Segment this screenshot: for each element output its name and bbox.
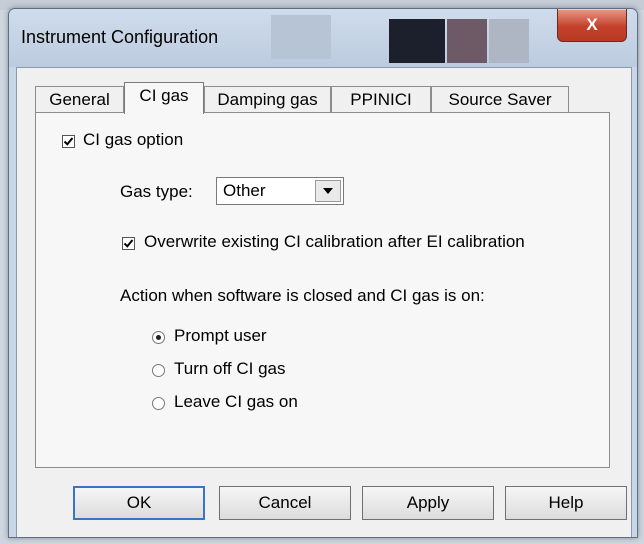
apply-button[interactable]: Apply: [362, 486, 494, 520]
checkmark-icon: [123, 239, 134, 248]
cancel-button[interactable]: Cancel: [219, 486, 351, 520]
radio-prompt-user[interactable]: [152, 331, 165, 344]
tab-damping-gas[interactable]: Damping gas: [204, 86, 331, 112]
gas-type-dropdown-button[interactable]: [315, 180, 341, 202]
title-bar-background-blur: [447, 19, 487, 63]
gas-type-label: Gas type:: [120, 182, 193, 201]
overwrite-calibration-checkbox[interactable]: [122, 237, 135, 250]
window-title: Instrument Configuration: [21, 27, 219, 47]
tab-ppinici[interactable]: PPINICI: [331, 86, 431, 112]
help-button[interactable]: Help: [505, 486, 627, 520]
close-button[interactable]: X: [557, 9, 627, 42]
tab-general[interactable]: General: [35, 86, 124, 112]
radio-prompt-user-label: Prompt user: [174, 326, 267, 345]
instrument-configuration-dialog: Instrument Configuration X General CI ga…: [8, 8, 638, 538]
checkmark-icon: [63, 137, 74, 146]
tab-ci-gas[interactable]: CI gas: [124, 82, 204, 114]
title-bar-background-blur: [271, 15, 331, 59]
dialog-client-area: General CI gas Damping gas PPINICI Sourc…: [16, 67, 632, 537]
ci-gas-option-checkbox[interactable]: [62, 135, 75, 148]
title-bar-background-blur: [489, 19, 529, 63]
close-icon: X: [586, 15, 598, 34]
gas-type-select[interactable]: Other: [216, 177, 344, 205]
radio-leave-ci-gas-on-label: Leave CI gas on: [174, 392, 298, 411]
overwrite-calibration-label: Overwrite existing CI calibration after …: [144, 232, 525, 251]
radio-leave-ci-gas-on[interactable]: [152, 397, 165, 410]
radio-turn-off-ci-gas-label: Turn off CI gas: [174, 359, 286, 378]
ci-gas-option-label: CI gas option: [83, 130, 184, 149]
ok-button[interactable]: OK: [73, 486, 205, 520]
chevron-down-icon: [323, 188, 333, 194]
tab-source-saver[interactable]: Source Saver: [431, 86, 569, 112]
title-bar-background-blur: [389, 19, 445, 63]
ci-gas-tab-panel: CI gas option Gas type: Other Overwrite …: [35, 112, 610, 468]
title-bar[interactable]: Instrument Configuration X: [9, 9, 637, 67]
gas-type-value: Other: [223, 181, 266, 200]
action-on-close-label: Action when software is closed and CI ga…: [120, 286, 485, 305]
radio-turn-off-ci-gas[interactable]: [152, 364, 165, 377]
